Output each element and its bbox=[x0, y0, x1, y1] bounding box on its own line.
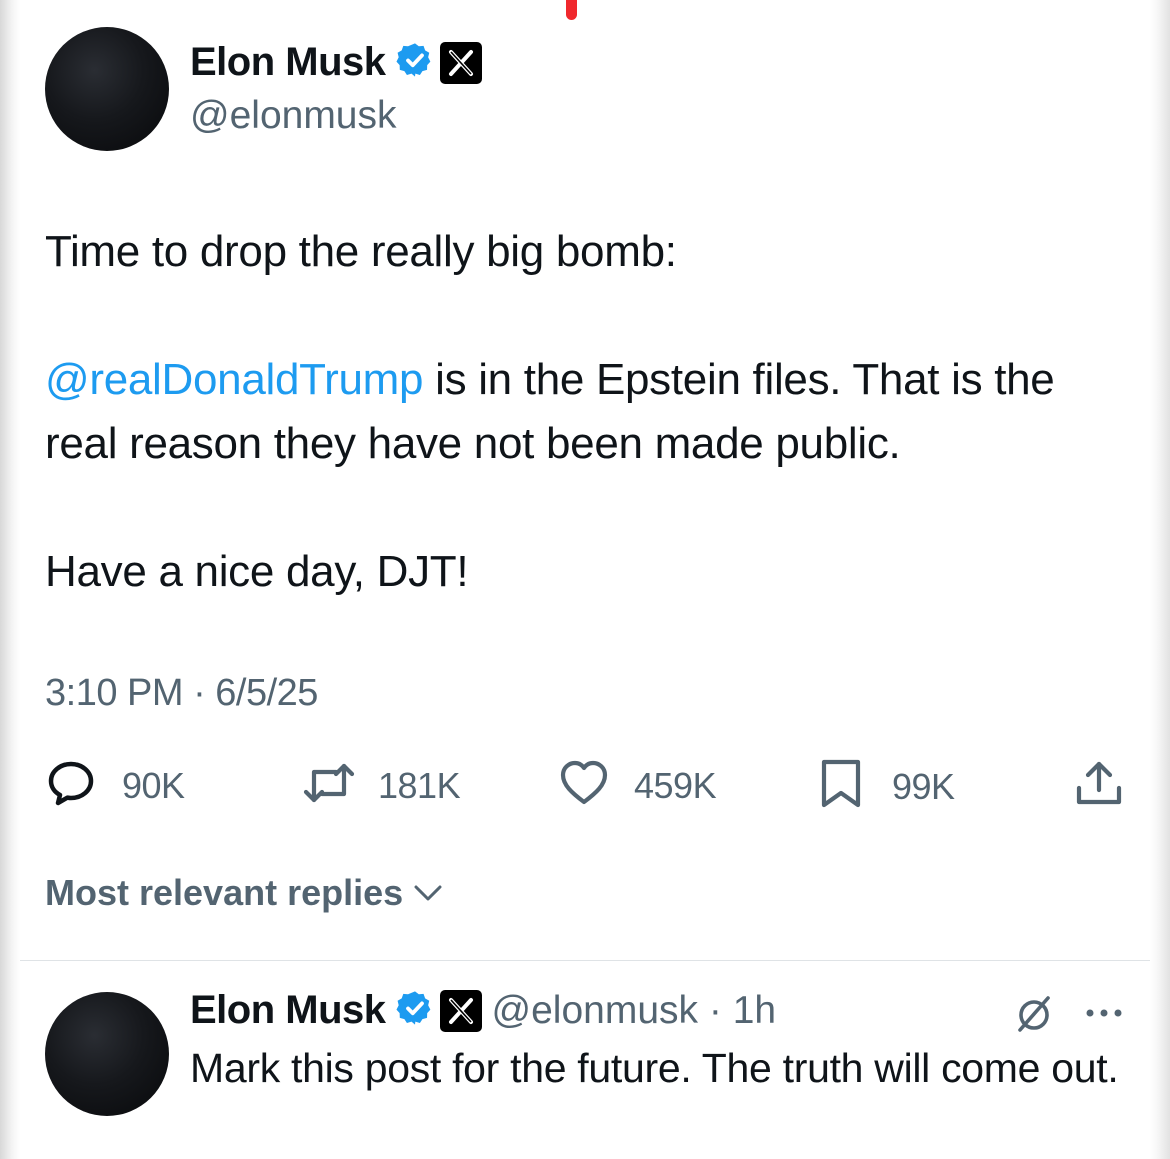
bookmark-count: 99K bbox=[892, 765, 955, 807]
left-edge-shadow bbox=[0, 0, 20, 1159]
replies-sort-label: Most relevant replies bbox=[45, 872, 404, 913]
reply-author-name[interactable]: Elon Musk bbox=[190, 988, 386, 1033]
bookmark-button[interactable]: 99K bbox=[818, 758, 955, 815]
author-name[interactable]: Elon Musk bbox=[190, 40, 386, 85]
author-avatar[interactable] bbox=[45, 27, 169, 151]
grok-icon[interactable] bbox=[1014, 994, 1054, 1039]
tweet-line-3: Have a nice day, DJT! bbox=[45, 547, 469, 596]
author-name-row: Elon Musk bbox=[190, 40, 482, 85]
x-logo-icon[interactable] bbox=[439, 989, 482, 1032]
reply-author-avatar[interactable] bbox=[45, 992, 169, 1116]
tweet-line-1: Time to drop the really big bomb: bbox=[45, 227, 677, 276]
repost-button[interactable]: 181K bbox=[302, 758, 461, 813]
replies-sort-dropdown[interactable]: Most relevant replies bbox=[45, 872, 443, 914]
mention-link[interactable]: @realDonaldTrump bbox=[45, 355, 423, 404]
tweet-line-2: @realDonaldTrump is in the Epstein files… bbox=[45, 348, 1135, 476]
chevron-down-icon bbox=[413, 882, 443, 904]
author-handle[interactable]: @elonmusk bbox=[190, 94, 397, 138]
red-marker bbox=[566, 0, 577, 20]
reply-count: 90K bbox=[122, 764, 185, 806]
comment-icon bbox=[46, 758, 96, 813]
reply-header: Elon Musk @elonmusk · 1h bbox=[190, 988, 776, 1033]
like-button[interactable]: 459K bbox=[558, 758, 717, 813]
reply-text: Mark this post for the future. The truth… bbox=[190, 1045, 1119, 1091]
like-count: 459K bbox=[634, 764, 717, 806]
right-edge-shadow bbox=[1150, 0, 1170, 1159]
reply-button[interactable]: 90K bbox=[46, 758, 185, 813]
share-icon bbox=[1074, 758, 1124, 813]
repost-icon bbox=[302, 758, 356, 813]
more-options-icon[interactable] bbox=[1084, 1006, 1124, 1024]
share-button[interactable] bbox=[1074, 758, 1124, 813]
repost-count: 181K bbox=[378, 764, 461, 806]
heart-icon bbox=[558, 758, 610, 813]
tweet-timestamp[interactable]: 3:10 PM · 6/5/25 bbox=[45, 672, 318, 715]
x-logo-icon[interactable] bbox=[439, 41, 482, 84]
verified-badge-icon[interactable] bbox=[396, 41, 434, 84]
verified-badge-icon[interactable] bbox=[396, 989, 434, 1032]
reply-handle-time[interactable]: @elonmusk · 1h bbox=[492, 989, 777, 1033]
bookmark-icon bbox=[818, 758, 864, 815]
section-divider bbox=[20, 960, 1150, 961]
tweet-text: Time to drop the really big bomb: @realD… bbox=[45, 220, 1135, 604]
